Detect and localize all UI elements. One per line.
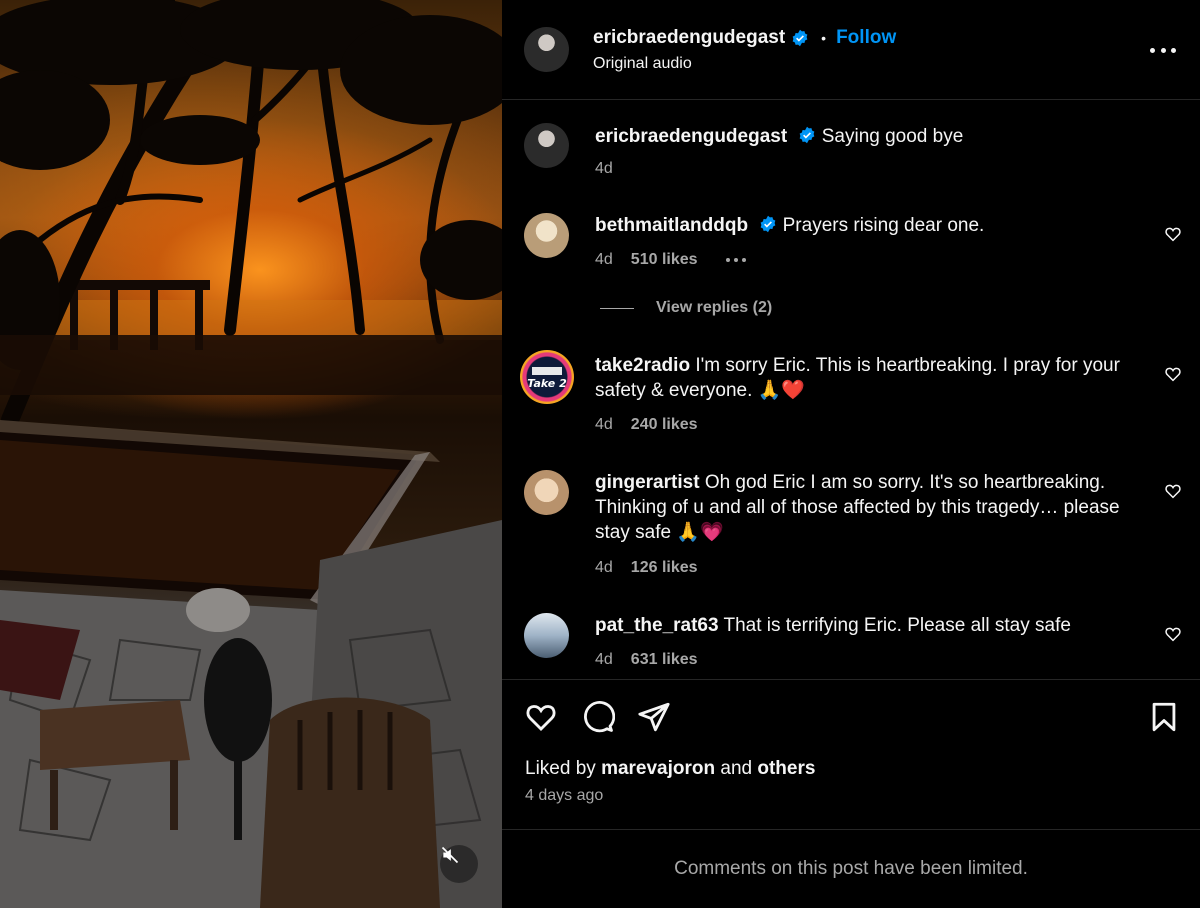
- take2-logo: Take 2: [527, 367, 567, 390]
- comment-username[interactable]: bethmaitlanddqb: [595, 215, 748, 236]
- caption-author-avatar[interactable]: [524, 123, 569, 168]
- video-frame-illustration: [0, 0, 502, 908]
- liked-by: Liked by marevajoron and others: [525, 758, 815, 780]
- comment-text: Prayers rising dear one.: [782, 215, 985, 236]
- more-options-icon[interactable]: [1150, 40, 1176, 60]
- post-timestamp[interactable]: 4 days ago: [525, 787, 603, 805]
- caption-meta: 4d: [595, 160, 613, 178]
- mute-button[interactable]: [440, 845, 478, 883]
- like-comment-heart-icon[interactable]: [1164, 365, 1182, 383]
- comment-avatar[interactable]: [524, 613, 569, 658]
- caption: ericbraedengudegast Saying good bye: [595, 124, 1147, 149]
- comments-limited-notice: Comments on this post have been limited.: [502, 829, 1200, 908]
- liked-by-others[interactable]: others: [757, 758, 815, 779]
- comment-more-icon[interactable]: [725, 258, 746, 262]
- liked-by-user[interactable]: marevajoron: [601, 758, 715, 779]
- comment-meta: 4d 126 likes: [595, 559, 698, 577]
- comment-likes[interactable]: 240 likes: [631, 416, 698, 434]
- comments-list[interactable]: ericbraedengudegast Saying good bye 4d b…: [502, 101, 1200, 679]
- comment-age: 4d: [595, 651, 613, 668]
- verified-badge-icon: [791, 29, 809, 47]
- comment-text: That is terrifying Eric. Please all stay…: [723, 615, 1071, 636]
- comment-likes[interactable]: 126 likes: [631, 559, 698, 577]
- liked-by-prefix: Liked by: [525, 758, 596, 779]
- comment: bethmaitlanddqb Prayers rising dear one.: [595, 213, 1147, 238]
- comment-username[interactable]: take2radio: [595, 355, 690, 376]
- comment: pat_the_rat63 That is terrifying Eric. P…: [595, 613, 1147, 638]
- audio-label[interactable]: Original audio: [593, 55, 692, 73]
- share-icon[interactable]: [637, 700, 671, 734]
- comment-username[interactable]: pat_the_rat63: [595, 615, 719, 636]
- comment: take2radio I'm sorry Eric. This is heart…: [595, 353, 1147, 403]
- like-comment-heart-icon[interactable]: [1164, 225, 1182, 243]
- comment-avatar[interactable]: Take 2: [520, 350, 574, 404]
- verified-badge-icon: [798, 126, 816, 144]
- caption-username[interactable]: ericbraedengudegast: [595, 126, 787, 147]
- post-header: ericbraedengudegast • Follow Original au…: [502, 0, 1200, 100]
- comment: gingerartist Oh god Eric I am so sorry. …: [595, 470, 1147, 545]
- comment-icon[interactable]: [581, 700, 615, 734]
- comment-avatar[interactable]: [524, 213, 569, 258]
- like-comment-heart-icon[interactable]: [1164, 482, 1182, 500]
- comment-meta: 4d 631 likes: [595, 651, 698, 669]
- comment-meta: 4d 240 likes: [595, 416, 698, 434]
- liked-by-joiner: and: [720, 758, 753, 779]
- comment-likes[interactable]: 510 likes: [631, 251, 698, 269]
- follow-button[interactable]: Follow: [836, 27, 896, 49]
- view-replies-button[interactable]: View replies (2): [600, 299, 772, 317]
- verified-badge-icon: [759, 215, 777, 233]
- post-actions: Liked by marevajoron and others 4 days a…: [502, 679, 1200, 829]
- comment-avatar[interactable]: [524, 470, 569, 515]
- comment-age: 4d: [595, 559, 613, 576]
- comment-age: 4d: [595, 416, 613, 433]
- like-comment-heart-icon[interactable]: [1164, 625, 1182, 643]
- heart-icon[interactable]: [524, 700, 558, 734]
- separator-dot: •: [821, 30, 827, 46]
- view-replies-label: View replies (2): [656, 299, 773, 316]
- bookmark-icon[interactable]: [1147, 700, 1181, 734]
- comment-username[interactable]: gingerartist: [595, 472, 700, 493]
- post-video[interactable]: [0, 0, 502, 908]
- comment-likes[interactable]: 631 likes: [631, 651, 698, 669]
- caption-age: 4d: [595, 160, 613, 177]
- svg-text:Take 2: Take 2: [527, 377, 567, 390]
- comment-meta: 4d 510 likes: [595, 251, 746, 269]
- post-details-panel: ericbraedengudegast • Follow Original au…: [502, 0, 1200, 908]
- mute-icon: [441, 846, 459, 864]
- replies-divider: [600, 307, 634, 309]
- author-line: ericbraedengudegast • Follow: [593, 27, 896, 49]
- author-avatar[interactable]: [524, 27, 569, 72]
- author-username[interactable]: ericbraedengudegast: [593, 27, 785, 49]
- comment-age: 4d: [595, 251, 613, 268]
- caption-text: Saying good bye: [821, 126, 964, 147]
